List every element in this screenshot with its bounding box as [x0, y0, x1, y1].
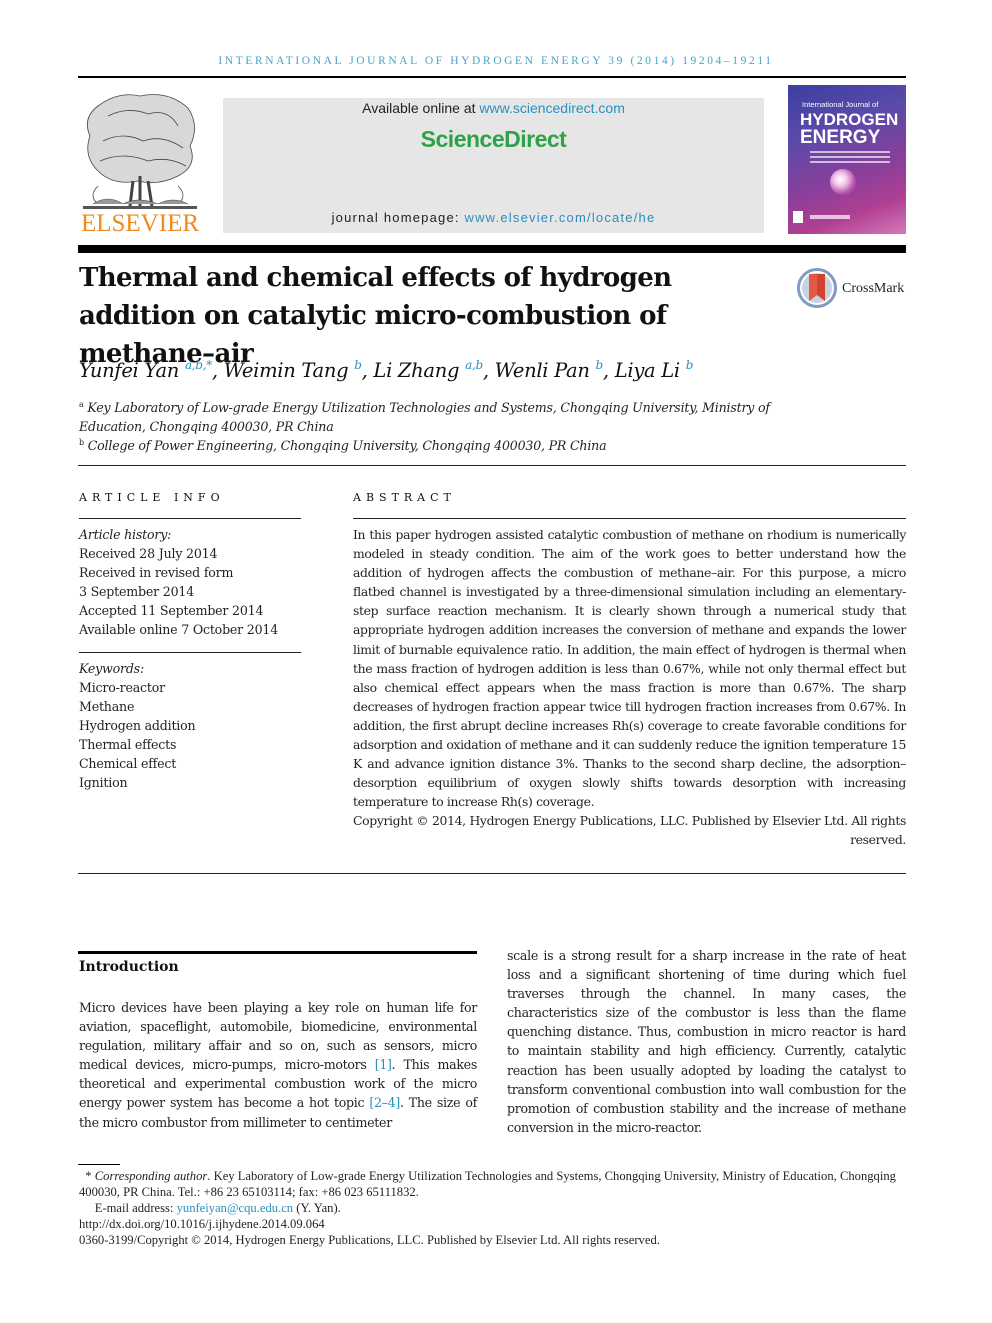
keywords-rule [79, 652, 301, 653]
journal-homepage-label: journal homepage: [331, 210, 465, 225]
available-online-label: Available online at [362, 100, 480, 116]
article-info-heading: ARTICLE INFO [79, 491, 225, 504]
keyword-item: Thermal effects [79, 737, 177, 752]
keywords-label: Keywords: [79, 661, 144, 676]
author-separator: , [361, 359, 374, 382]
affiliation-a: a Key Laboratory of Low-grade Energy Uti… [79, 395, 779, 436]
cover-sciencedirect-mark [810, 215, 850, 219]
footnote-mark: * [85, 1169, 95, 1183]
article-title: Thermal and chemical effects of hydrogen… [79, 263, 672, 369]
email-label: E-mail address: [94, 1201, 177, 1215]
header-divider [78, 245, 906, 253]
author-name[interactable]: Liya Li [615, 359, 680, 382]
top-rule [78, 76, 906, 78]
author-list: Yunfei Yan a,b,*, Weimin Tang b, Li Zhan… [79, 358, 693, 382]
sciencedirect-logo[interactable]: ScienceDirect [223, 126, 764, 153]
journal-cover-image: International Journal of HYDROGEN ENERGY [788, 85, 906, 234]
keyword-item: Ignition [79, 775, 128, 790]
keyword-item: Chemical effect [79, 756, 177, 771]
affiliation-text: College of Power Engineering, Chongqing … [87, 438, 607, 453]
history-item: Received in revised form [79, 565, 234, 580]
corresponding-author-footnote: * Corresponding author. Key Laboratory o… [79, 1168, 907, 1200]
affiliation-b: b College of Power Engineering, Chongqin… [79, 433, 779, 455]
author-name[interactable]: Wenli Pan [495, 359, 590, 382]
author-affiliation-mark[interactable]: b [686, 358, 694, 372]
doi-link[interactable]: http://dx.doi.org/10.1016/j.ijhydene.201… [79, 1216, 907, 1232]
available-online-line: Available online at www.sciencedirect.co… [223, 100, 764, 116]
section-rule [78, 951, 477, 954]
author-separator: , [482, 359, 495, 382]
author-separator: , [211, 359, 224, 382]
email-link[interactable]: yunfeiyan@cqu.edu.cn [177, 1201, 294, 1215]
running-header: International Journal of Hydrogen Energy… [218, 55, 774, 67]
author-affiliation-mark[interactable]: b [354, 358, 362, 372]
cover-orb-graphic [830, 169, 856, 195]
author-affiliation-mark[interactable]: a,b [465, 358, 483, 372]
sciencedirect-link[interactable]: www.sciencedirect.com [479, 100, 625, 116]
cover-title-energy: ENERGY [800, 127, 881, 148]
body-column-left: Micro devices have been playing a key ro… [79, 998, 477, 1132]
issn-copyright-line: 0360-3199/Copyright © 2014, Hydrogen Ene… [79, 1233, 660, 1247]
article-info-rule [79, 518, 301, 519]
front-matter-divider [78, 465, 906, 466]
elsevier-wordmark: ELSEVIER [80, 210, 200, 237]
keyword-item: Hydrogen addition [79, 718, 196, 733]
journal-homepage-link[interactable]: www.elsevier.com/locate/he [465, 210, 656, 225]
author-name[interactable]: Weimin Tang [224, 359, 349, 382]
abstract-copyright: Copyright © 2014, Hydrogen Energy Public… [353, 813, 906, 848]
abstract-text: In this paper hydrogen assisted catalyti… [353, 527, 906, 810]
email-footnote: E-mail address: yunfeiyan@cqu.edu.cn (Y.… [79, 1200, 907, 1216]
crossmark-button[interactable]: CrossMark [797, 266, 912, 310]
cover-publisher-mark [793, 211, 803, 223]
abstract-rule [353, 518, 906, 519]
history-item: Received 28 July 2014 [79, 546, 218, 561]
body-column-right: scale is a strong result for a sharp inc… [507, 948, 906, 1135]
article-history-label: Article history: [79, 527, 172, 542]
author-affiliation-mark[interactable]: b [596, 358, 604, 372]
keyword-item: Methane [79, 699, 135, 714]
footnote-rule [78, 1164, 120, 1165]
journal-homepage-line: journal homepage: www.elsevier.com/locat… [223, 210, 764, 225]
history-item: Available online 7 October 2014 [79, 622, 279, 637]
affiliation-mark: a [79, 400, 84, 409]
email-suffix: (Y. Yan). [293, 1201, 341, 1215]
history-item: 3 September 2014 [79, 584, 195, 599]
corresponding-author-label: Corresponding author [94, 1169, 208, 1183]
affiliation-mark: b [79, 438, 84, 447]
cover-editor-lines [810, 151, 890, 166]
author-name[interactable]: Yunfei Yan [79, 359, 179, 382]
history-item: Accepted 11 September 2014 [79, 603, 264, 618]
crossmark-label: CrossMark [842, 281, 905, 296]
author-affiliation-mark[interactable]: a,b,* [185, 358, 212, 372]
citation-link[interactable]: [2–4] [369, 1095, 400, 1110]
citation-link[interactable]: [1] [375, 1057, 392, 1072]
keywords-list: Keywords: Micro-reactor Methane Hydrogen… [79, 659, 196, 792]
abstract-end-rule [78, 873, 906, 874]
abstract-heading: ABSTRACT [353, 491, 456, 504]
author-name[interactable]: Li Zhang [373, 359, 459, 382]
cover-title-hydrogen: HYDROGEN [800, 110, 899, 129]
keyword-item: Micro-reactor [79, 680, 165, 695]
section-heading-introduction: Introduction [79, 959, 179, 975]
cover-subtitle: International Journal of [802, 100, 879, 109]
crossmark-icon [797, 268, 837, 308]
affiliation-text: Key Laboratory of Low-grade Energy Utili… [79, 400, 770, 434]
author-separator: , [602, 359, 615, 382]
article-history: Article history: Received 28 July 2014 R… [79, 525, 278, 639]
